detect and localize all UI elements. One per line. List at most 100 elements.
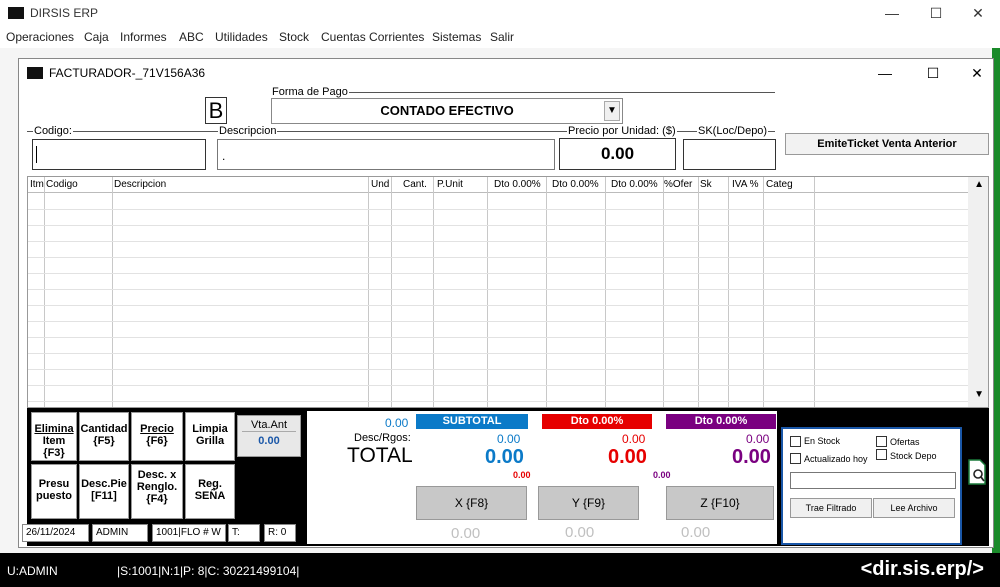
cantidad-button[interactable]: Cantidad {F5} — [79, 412, 129, 461]
foot-value-3: 0.00 — [681, 524, 711, 541]
grid-column-divider — [728, 177, 729, 407]
emite-ticket-button[interactable]: EmiteTicket Venta Anterior — [785, 133, 989, 155]
status-t: T: — [228, 524, 260, 542]
window-minimize-button[interactable]: — — [865, 63, 905, 83]
grid-column-divider — [433, 177, 434, 407]
menu-stock[interactable]: Stock — [279, 30, 309, 44]
ofertas-checkbox[interactable] — [876, 436, 887, 447]
col-sk[interactable]: Sk — [700, 179, 712, 190]
forma-pago-value: CONTADO EFECTIVO — [380, 103, 514, 118]
menu-sistemas[interactable]: Sistemas — [432, 30, 481, 44]
grid-column-divider — [763, 177, 764, 407]
elimina-line1: Elimina — [34, 423, 74, 435]
sk-label: SK(Loc/Depo) — [697, 125, 769, 137]
grid-row-divider — [28, 289, 968, 290]
precio-line2: {F6} — [146, 435, 168, 447]
app-title: DIRSIS ERP — [30, 6, 99, 20]
items-grid[interactable]: Itm Codigo Descripcion Und Cant. P.Unit … — [27, 176, 989, 408]
elimina-item-button[interactable]: Elimina Item {F3} — [31, 412, 77, 461]
grid-header: Itm Codigo Descripcion Und Cant. P.Unit … — [28, 177, 968, 193]
forma-pago-select[interactable]: CONTADO EFECTIVO ▼ — [271, 98, 623, 124]
window-maximize-button[interactable]: ☐ — [913, 63, 953, 83]
scroll-up-icon[interactable]: ▲ — [974, 179, 984, 190]
status-date: 26/11/2024 — [22, 524, 89, 542]
col-und[interactable]: Und — [371, 179, 389, 190]
subtotal-header: SUBTOTAL — [416, 414, 528, 429]
codigo-input[interactable] — [32, 139, 206, 170]
grid-row-divider — [28, 337, 968, 338]
chevron-down-icon[interactable]: ▼ — [604, 101, 620, 121]
cantidad-line2: {F5} — [93, 435, 115, 447]
desc-renglon-button[interactable]: Desc. x Renglo. {F4} — [131, 464, 183, 519]
reg-line1: Reg. — [198, 478, 222, 490]
menu-utilidades[interactable]: Utilidades — [215, 30, 268, 44]
presupuesto-button[interactable]: Presu puesto — [31, 464, 77, 519]
col-codigo[interactable]: Codigo — [46, 179, 78, 190]
descx-line2: Renglo. — [136, 481, 178, 493]
actualizado-hoy-label: Actualizado hoy — [804, 454, 868, 464]
document-search-icon[interactable] — [967, 459, 987, 485]
z-f10-button[interactable]: Z {F10} — [666, 486, 774, 520]
grid-scrollbar[interactable]: ▲ ▼ — [968, 177, 988, 407]
desc-pie-button[interactable]: Desc.Pie [F11] — [79, 464, 129, 519]
app-titlebar: DIRSIS ERP — ☐ ✕ — [0, 0, 1000, 26]
sk-input[interactable] — [683, 139, 776, 170]
vta-ant-label: Vta.Ant — [242, 416, 296, 432]
col-cant[interactable]: Cant. — [403, 179, 427, 190]
menu-informes[interactable]: Informes — [120, 30, 167, 44]
menu-cuentas-corrientes[interactable]: Cuentas Corrientes — [321, 30, 424, 44]
col-itm[interactable]: Itm — [30, 179, 44, 190]
maximize-button[interactable]: ☐ — [914, 3, 958, 23]
col-descripcion[interactable]: Descripcion — [114, 179, 166, 190]
grid-row-divider — [28, 209, 968, 210]
dto1-small: 0.00 — [622, 432, 646, 446]
precio-input[interactable]: 0.00 — [559, 138, 676, 170]
window-close-button[interactable]: ✕ — [957, 63, 997, 83]
col-iva[interactable]: IVA % — [732, 179, 759, 190]
precio-button[interactable]: Precio {F6} — [131, 412, 183, 461]
reg-sena-button[interactable]: Reg. SEÑA — [185, 464, 235, 519]
lee-archivo-button[interactable]: Lee Archivo — [873, 498, 955, 518]
status-r: R: 0 — [264, 524, 296, 542]
total-label: TOTAL — [347, 444, 413, 467]
subtotal-big: 0.00 — [485, 446, 524, 468]
minimize-button[interactable]: — — [870, 3, 914, 23]
col-dto2[interactable]: Dto 0.00% — [552, 179, 599, 190]
scroll-down-icon[interactable]: ▼ — [974, 389, 984, 400]
col-punit[interactable]: P.Unit — [437, 179, 463, 190]
desc-rgos-label: Desc/Rgos: — [354, 432, 411, 444]
y-f9-button[interactable]: Y {F9} — [538, 486, 639, 520]
vta-small-value: 0.00 — [385, 416, 409, 430]
col-categ[interactable]: Categ — [766, 179, 793, 190]
grid-row-divider — [28, 257, 968, 258]
grid-row-divider — [28, 385, 968, 386]
trae-filtrado-button[interactable]: Trae Filtrado — [790, 498, 872, 518]
grid-row-divider — [28, 401, 968, 402]
filter-input[interactable] — [790, 472, 956, 489]
col-ofer[interactable]: %Ofer — [664, 179, 692, 190]
stock-depo-checkbox[interactable] — [876, 449, 887, 460]
en-stock-label: En Stock — [804, 436, 841, 446]
menu-operaciones[interactable]: Operaciones — [6, 30, 74, 44]
window-title: FACTURADOR-_71V156A36 — [49, 66, 206, 80]
grid-column-divider — [698, 177, 699, 407]
descpie-line2: [F11] — [91, 490, 117, 502]
menu-abc[interactable]: ABC — [179, 30, 204, 44]
col-dto3[interactable]: Dto 0.00% — [611, 179, 658, 190]
col-dto1[interactable]: Dto 0.00% — [494, 179, 541, 190]
cantidad-line1: Cantidad — [80, 423, 128, 435]
dto2-header: Dto 0.00% — [666, 414, 776, 429]
menu-salir[interactable]: Salir — [490, 30, 514, 44]
grid-column-divider — [487, 177, 488, 407]
actualizado-hoy-checkbox[interactable] — [790, 453, 801, 464]
menubar: Operaciones Caja Informes ABC Utilidades… — [0, 26, 1000, 48]
grid-column-divider — [391, 177, 392, 407]
descripcion-input[interactable]: . — [217, 139, 555, 170]
dto1-tiny: 0.00 — [513, 470, 531, 480]
menu-caja[interactable]: Caja — [84, 30, 109, 44]
grid-column-divider — [814, 177, 815, 407]
limpia-grilla-button[interactable]: Limpia Grilla — [185, 412, 235, 461]
en-stock-checkbox[interactable] — [790, 436, 801, 447]
x-f8-button[interactable]: X {F8} — [416, 486, 527, 520]
close-button[interactable]: ✕ — [956, 3, 1000, 23]
